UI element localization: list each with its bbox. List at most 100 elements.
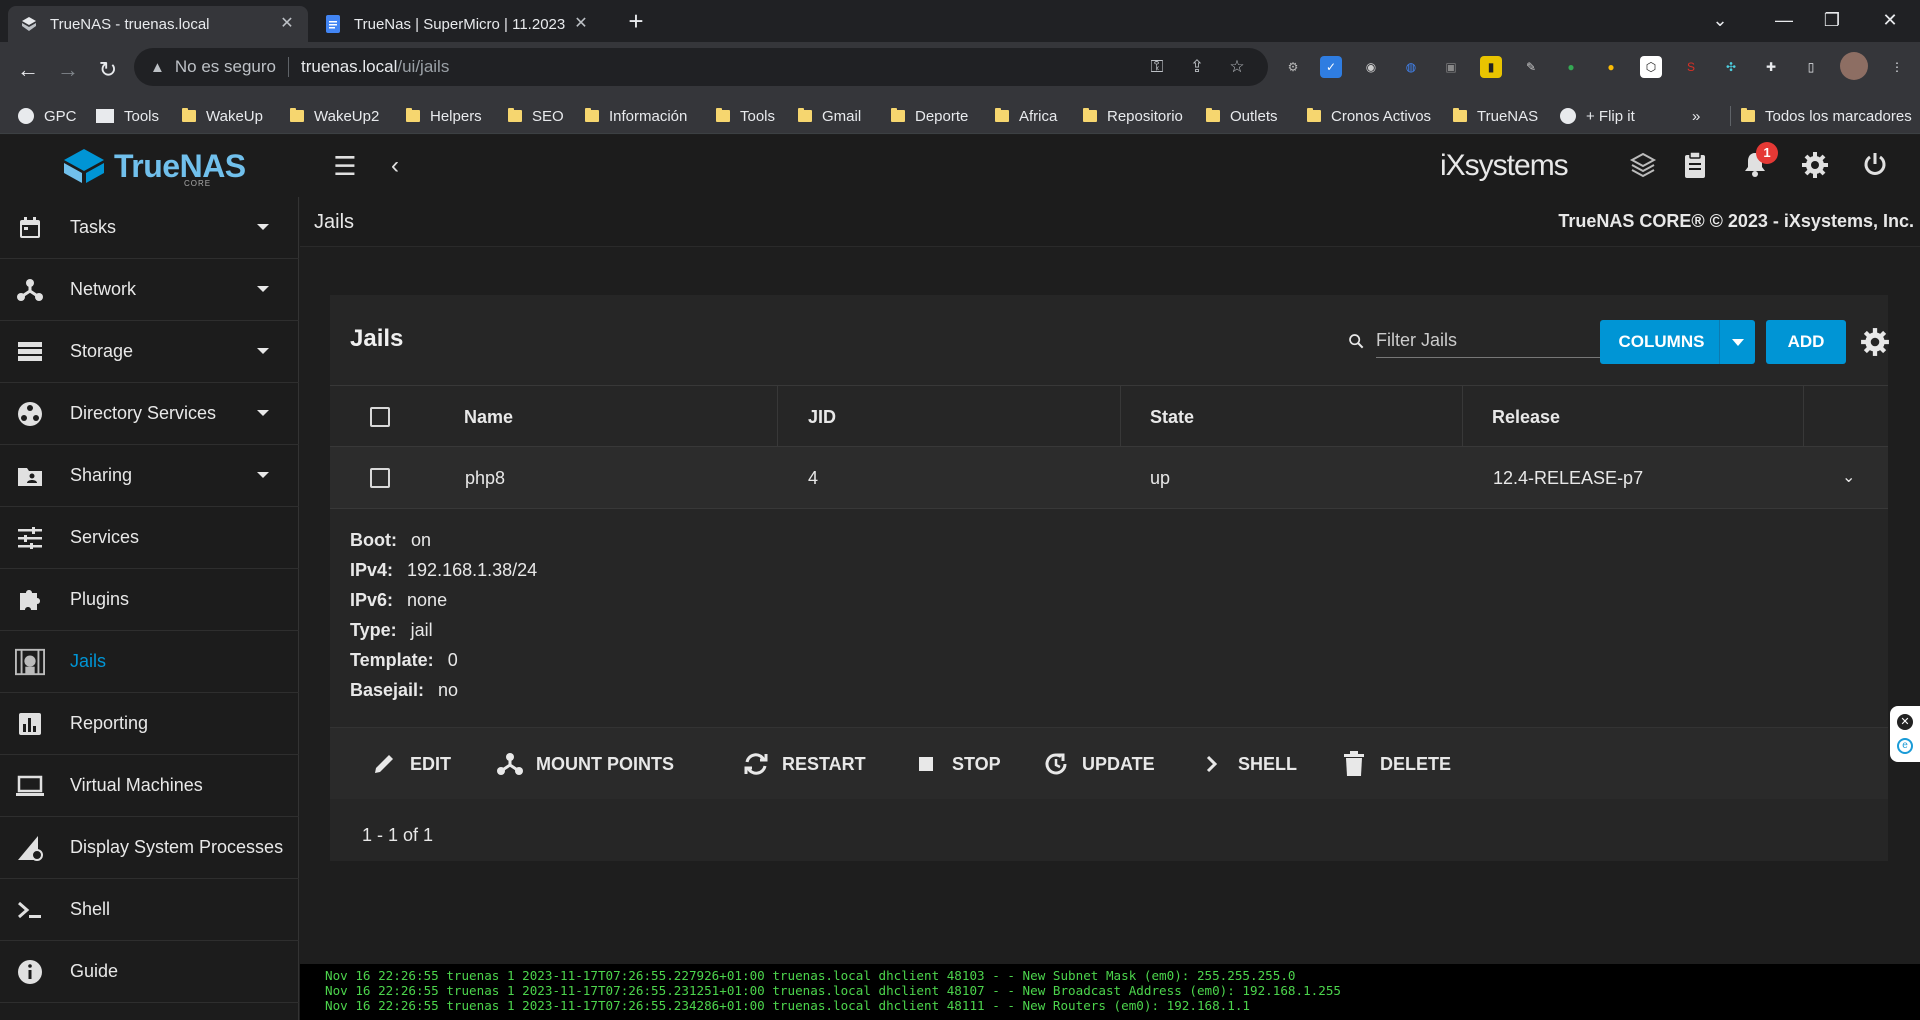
sidebar-item-services[interactable]: Services <box>0 507 299 569</box>
extension-tag-icon[interactable]: ▮ <box>1480 56 1502 78</box>
new-tab-button[interactable]: + <box>624 8 648 34</box>
restart-icon <box>742 750 770 778</box>
bookmark-gpc[interactable]: GPC <box>18 106 77 126</box>
bookmark-folder[interactable]: Helpers <box>406 106 482 126</box>
sidebar-item-virtual-machines[interactable]: Virtual Machines <box>0 755 299 817</box>
truecommand-icon[interactable] <box>1628 151 1658 181</box>
detail-type: Type: jail <box>350 620 433 640</box>
extension-gear-icon[interactable]: ⚙ <box>1282 56 1304 78</box>
sidebar-item-reporting[interactable]: Reporting <box>0 693 299 755</box>
bookmark-folder[interactable]: TrueNAS <box>1453 106 1538 126</box>
profile-avatar[interactable] <box>1840 52 1868 80</box>
extensions-puzzle-icon[interactable]: ✚ <box>1760 56 1782 78</box>
sidebar-item-shell[interactable]: Shell <box>0 879 299 941</box>
extension-green-icon[interactable]: ● <box>1560 56 1582 78</box>
bookmark-folder[interactable]: Outlets <box>1206 106 1278 126</box>
floating-side-widget[interactable]: ✕ e <box>1890 706 1920 762</box>
bookmark-folder[interactable]: Deporte <box>891 106 968 126</box>
close-window-button[interactable]: ✕ <box>1870 6 1910 34</box>
cell-jid: 4 <box>808 468 819 488</box>
extension-network-icon[interactable]: ✣ <box>1720 56 1742 78</box>
column-header-jid[interactable]: JID <box>808 386 836 448</box>
collapse-chevron-icon[interactable]: ‹ <box>380 151 410 181</box>
columns-button[interactable]: COLUMNS <box>1600 320 1755 364</box>
sidebar-item-network[interactable]: Network <box>0 259 299 321</box>
bookmark-folder[interactable]: SEO <box>508 106 564 126</box>
sidebar-item-jails[interactable]: Jails <box>0 631 299 693</box>
shell-button[interactable]: SHELL <box>1198 728 1297 800</box>
bookmark-folder[interactable]: Tools <box>716 106 775 126</box>
select-all-checkbox[interactable] <box>370 407 390 427</box>
share-icon[interactable]: ⇪ <box>1186 56 1208 78</box>
extension-orange-icon[interactable]: ● <box>1600 56 1622 78</box>
bookmark-folder[interactable]: WakeUp2 <box>290 106 379 126</box>
filter-jails-input[interactable] <box>1376 324 1608 358</box>
chevron-right-icon <box>1198 750 1226 778</box>
truenas-logo[interactable]: TrueNAS CORE <box>60 145 246 188</box>
extension-copy-icon[interactable]: ▣ <box>1440 56 1462 78</box>
extension-seo-icon[interactable]: S <box>1680 56 1702 78</box>
back-button[interactable]: ← <box>14 56 42 84</box>
tab-truenas[interactable]: TrueNAS - truenas.local ✕ <box>8 6 308 42</box>
sidebar-item-plugins[interactable]: Plugins <box>0 569 299 631</box>
extension-check-icon[interactable]: ✓ <box>1320 56 1342 78</box>
extension-camera-icon[interactable]: ◉ <box>1360 56 1382 78</box>
bookmark-folder[interactable]: WakeUp <box>182 106 263 126</box>
bookmark-folder[interactable]: Información <box>585 106 687 126</box>
stop-button[interactable]: STOP <box>912 728 1001 800</box>
menu-dots-icon[interactable]: ⋮ <box>1886 56 1908 78</box>
bookmark-flipit[interactable]: + Flip it <box>1560 106 1635 126</box>
extension-hex-icon[interactable]: ⬡ <box>1640 56 1662 78</box>
power-icon[interactable] <box>1860 151 1890 181</box>
column-header-name[interactable]: Name <box>464 386 513 448</box>
sidebar-item-sharing[interactable]: Sharing <box>0 445 299 507</box>
column-header-state[interactable]: State <box>1150 386 1194 448</box>
url-bar[interactable]: ▲ No es seguro truenas.local/ui/jails ⚿ … <box>134 48 1268 86</box>
globe-icon <box>1560 108 1576 124</box>
bookmark-tools[interactable]: Tools <box>96 106 159 126</box>
restart-button[interactable]: RESTART <box>742 728 866 800</box>
sidebar-item-tasks[interactable]: Tasks <box>0 197 299 259</box>
mount-points-button[interactable]: MOUNT POINTS <box>496 728 674 800</box>
reload-button[interactable]: ↻ <box>94 56 122 84</box>
expand-chevron-icon[interactable]: ⌄ <box>1842 447 1855 509</box>
bookmarks-more-button[interactable]: » <box>1692 106 1700 126</box>
close-widget-icon[interactable]: ✕ <box>1897 714 1913 730</box>
tab-supermicro[interactable]: TrueNas | SuperMicro | 11.2023 ✕ <box>312 6 602 42</box>
caret-down-icon[interactable] <box>1719 320 1755 364</box>
minimize-button[interactable]: — <box>1764 6 1804 34</box>
settings-gear-icon[interactable] <box>1800 151 1830 181</box>
sidebar-item-guide[interactable]: Guide <box>0 941 299 1003</box>
side-panel-icon[interactable]: ▯ <box>1800 56 1822 78</box>
edit-button[interactable]: EDIT <box>370 728 451 800</box>
add-button[interactable]: ADD <box>1766 320 1846 364</box>
all-bookmarks[interactable]: Todos los marcadores <box>1730 106 1912 126</box>
delete-button[interactable]: DELETE <box>1340 728 1451 800</box>
sidebar-item-storage[interactable]: Storage <box>0 321 299 383</box>
close-tab-icon[interactable]: ✕ <box>572 15 590 33</box>
table-row[interactable]: php8 4 up 12.4-RELEASE-p7 ⌄ <box>330 447 1888 509</box>
forward-button[interactable]: → <box>54 56 82 84</box>
sidebar-item-directory-services[interactable]: Directory Services <box>0 383 299 445</box>
sidebar-item-display-system-processes[interactable]: Display System Processes <box>0 817 299 879</box>
table-settings-gear-icon[interactable] <box>1860 327 1890 357</box>
extension-eyedropper-icon[interactable]: ✎ <box>1520 56 1542 78</box>
bookmark-folder[interactable]: Gmail <box>798 106 861 126</box>
bookmark-folder[interactable]: Cronos Activos <box>1307 106 1431 126</box>
column-header-release[interactable]: Release <box>1492 386 1560 448</box>
key-icon[interactable]: ⚿ <box>1146 56 1168 78</box>
bookmark-folder[interactable]: Africa <box>995 106 1057 126</box>
bookmark-star-icon[interactable]: ☆ <box>1226 56 1248 78</box>
ixsystems-logo[interactable]: iXsystems <box>1440 149 1569 183</box>
update-button[interactable]: UPDATE <box>1042 728 1155 800</box>
bookmark-folder[interactable]: Repositorio <box>1083 106 1183 126</box>
row-checkbox[interactable] <box>370 468 390 488</box>
restore-button[interactable]: ❐ <box>1812 6 1852 34</box>
widget-e-icon[interactable]: e <box>1897 738 1913 754</box>
hamburger-menu-icon[interactable]: ☰ <box>330 151 360 181</box>
close-tab-icon[interactable]: ✕ <box>278 15 296 33</box>
clipboard-icon[interactable] <box>1680 151 1710 181</box>
tab-search-icon[interactable]: ⌄ <box>1700 6 1740 34</box>
detail-ipv6: IPv6: none <box>350 590 448 610</box>
extension-globe-icon[interactable]: ◍ <box>1400 56 1422 78</box>
